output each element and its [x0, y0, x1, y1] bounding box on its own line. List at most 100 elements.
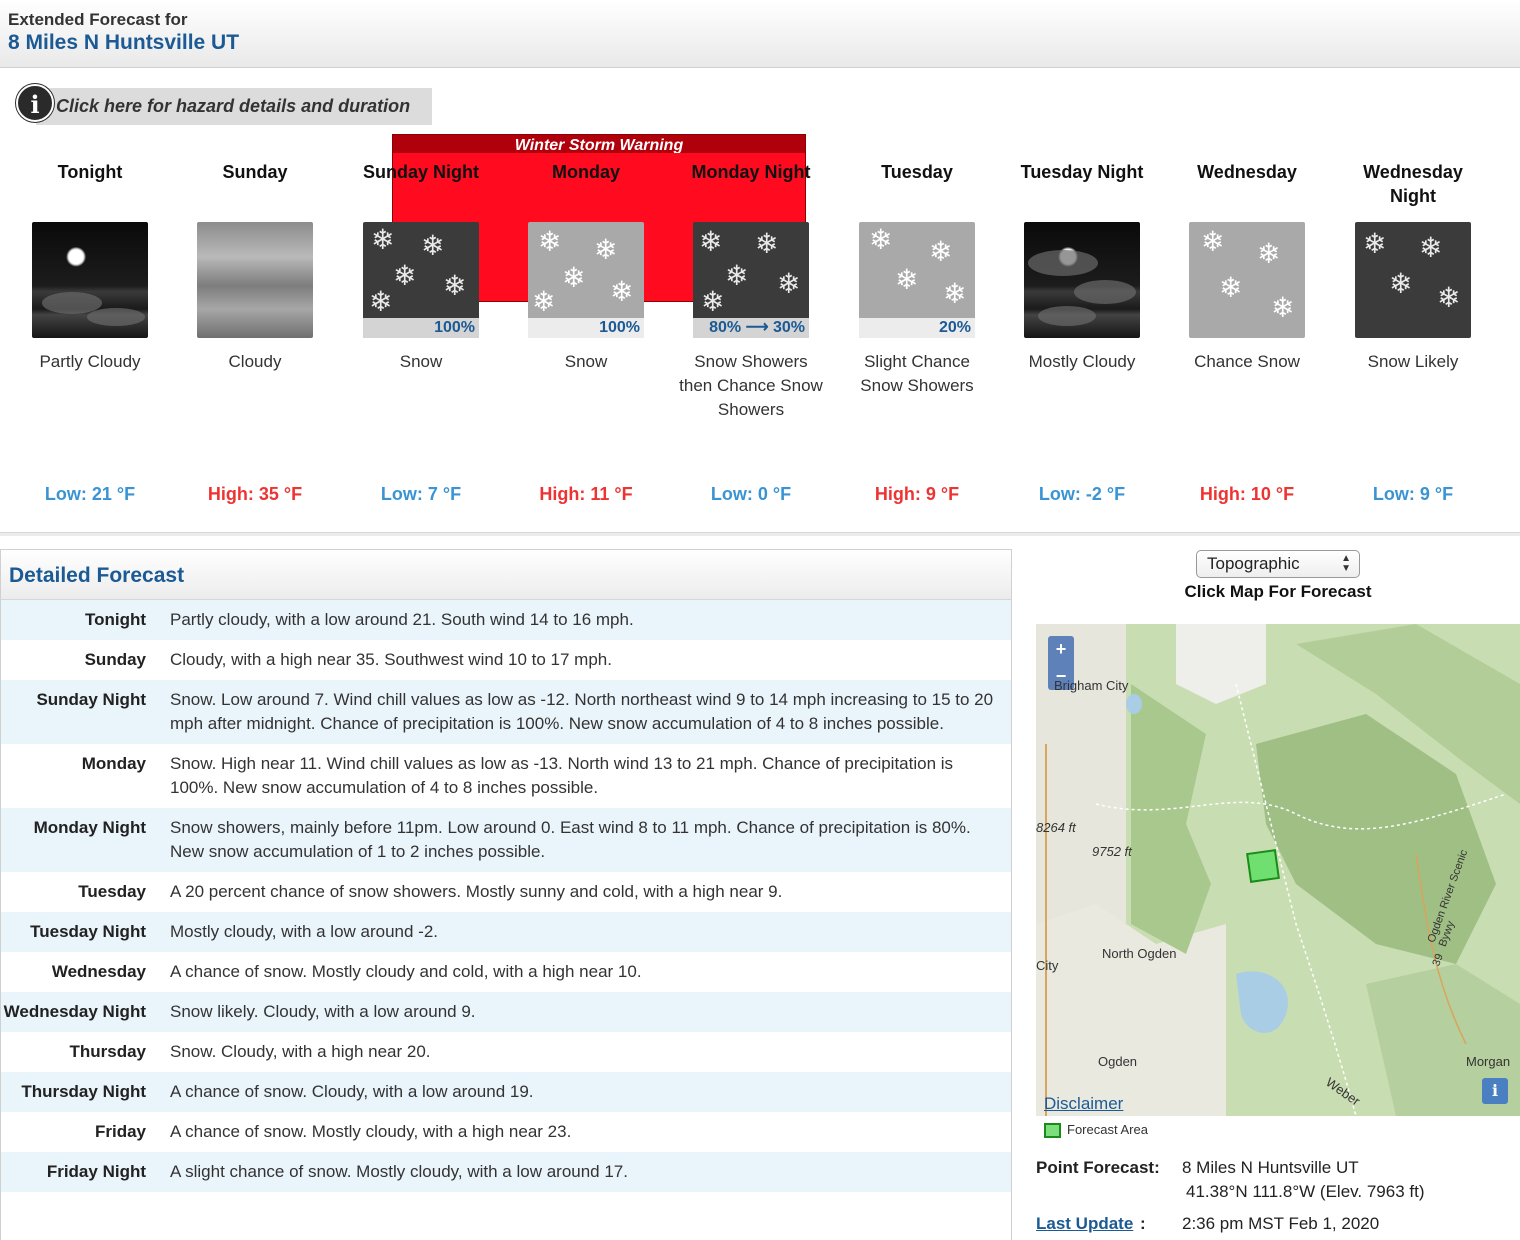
detailed-forecast-title: Detailed Forecast: [9, 564, 185, 587]
period-description: Snow: [564, 352, 608, 371]
forecast-area-swatch: [1044, 1123, 1061, 1139]
detailed-forecast-header: Detailed Forecast: [1, 550, 1011, 600]
snow-likely-night-icon: ❄ ❄ ❄ ❄: [1355, 222, 1471, 338]
row-text: Snow likely. Cloudy, with a low around 9…: [170, 1002, 476, 1021]
period-sunday: Sunday Cloudy High: 35 °F: [180, 160, 330, 504]
row-label: Sunday Night: [36, 690, 146, 709]
table-row: Tonight Partly cloudy, with a low around …: [1, 600, 1011, 640]
period-name: Sunday Night: [363, 162, 479, 182]
row-label: Friday: [94, 1122, 146, 1141]
precip-chance: 20%: [859, 318, 975, 338]
snow-night-icon: ❄ ❄ ❄ ❄ ❄ 100%: [363, 222, 479, 338]
period-temp: High: 10 °F: [1199, 484, 1295, 504]
row-label: Wednesday Night: [3, 1002, 146, 1021]
row-label: Wednesday: [51, 962, 146, 981]
period-name: Sunday: [222, 162, 288, 182]
row-label: Sunday: [84, 650, 146, 669]
period-name: Tuesday: [881, 162, 953, 182]
cloudy-icon: [197, 222, 313, 338]
period-name: Monday: [551, 162, 620, 182]
hazard-link-text[interactable]: Click here for hazard details and durati…: [56, 96, 410, 117]
snow-showers-night-icon: ❄ ❄ ❄ ❄ ❄ 80% ⟶ 30%: [693, 222, 809, 338]
partly-cloudy-night-icon: [32, 222, 148, 338]
map-label-city: City: [1036, 958, 1059, 973]
last-update-colon: :: [1140, 1214, 1146, 1233]
precip-chance: 100%: [528, 318, 644, 338]
table-row: Wednesday A chance of snow. Mostly cloudy…: [1, 952, 1011, 992]
period-temp: Low: 9 °F: [1372, 484, 1454, 504]
period-sunday-night: Sunday Night ❄ ❄ ❄ ❄ ❄ 100% Snow Low: 7 °F: [346, 160, 496, 504]
table-row: Monday Snow. High near 11. Wind chill val…: [1, 744, 1011, 808]
period-description: Slight Chance Snow Showers: [860, 352, 974, 395]
row-text: A 20 percent chance of snow showers. Mos…: [170, 882, 783, 901]
row-text: Cloudy, with a high near 35. Southwest w…: [170, 650, 612, 669]
header-subtitle: Extended Forecast for: [8, 10, 188, 29]
point-forecast-name: 8 Miles N Huntsville UT: [1182, 1158, 1359, 1177]
period-temp: High: 9 °F: [874, 484, 960, 504]
period-temp: Low: -2 °F: [1038, 484, 1126, 504]
period-wednesday-night: Wednesday Night ❄ ❄ ❄ ❄ Snow Likely Low: 9…: [1338, 160, 1488, 504]
info-icon[interactable]: i: [16, 84, 54, 122]
table-row: Monday Night Snow showers, mainly before …: [1, 808, 1011, 872]
zoom-in-button[interactable]: +: [1048, 636, 1074, 663]
warning-title[interactable]: Winter Storm Warning: [393, 135, 805, 153]
map-info-icon[interactable]: i: [1482, 1078, 1508, 1104]
table-row: Wednesday Night Snow likely. Cloudy, with…: [1, 992, 1011, 1032]
table-row: Friday A chance of snow. Mostly cloudy, w…: [1, 1112, 1011, 1152]
period-description: Mostly Cloudy: [1028, 352, 1136, 371]
period-temp: Low: 0 °F: [710, 484, 792, 504]
detailed-forecast-panel: Detailed Forecast Tonight Partly cloudy, …: [0, 549, 1012, 1240]
page-header: Extended Forecast for 8 Miles N Huntsvil…: [0, 0, 1520, 68]
row-text: A chance of snow. Cloudy, with a low aro…: [170, 1082, 534, 1101]
topo-map-graphic[interactable]: [1036, 624, 1520, 1116]
hazard-link[interactable]: Click here for hazard details and durati…: [36, 88, 432, 125]
row-label: Friday Night: [46, 1162, 146, 1181]
mostly-cloudy-night-icon: [1024, 222, 1140, 338]
table-row: Thursday Snow. Cloudy, with a high near 2…: [1, 1032, 1011, 1072]
map-type-select[interactable]: Topographic ▲ ▼: [1196, 550, 1360, 578]
map-legend: Forecast Area: [1044, 1122, 1148, 1139]
period-name: Wednesday: [1197, 162, 1297, 182]
period-name: Wednesday Night: [1363, 162, 1463, 206]
period-tuesday-night: Tuesday Night Mostly Cloudy Low: -2 °F: [1007, 160, 1157, 504]
point-forecast-label: Point Forecast:: [1036, 1158, 1160, 1177]
table-row: Tuesday A 20 percent chance of snow showe…: [1, 872, 1011, 912]
point-forecast-coords: 41.38°N 111.8°W (Elev. 7963 ft): [1186, 1182, 1425, 1201]
table-row: Friday Night A slight chance of snow. Mos…: [1, 1152, 1011, 1192]
period-tuesday: Tuesday ❄ ❄ ❄ ❄ 20% Slight Chance Snow Sho…: [842, 160, 992, 504]
period-temp: High: 11 °F: [539, 484, 633, 504]
detailed-forecast-rows: Tonight Partly cloudy, with a low around …: [1, 600, 1011, 1192]
disclaimer-link[interactable]: Disclaimer: [1044, 1094, 1123, 1114]
snow-showers-day-icon: ❄ ❄ ❄ ❄ 20%: [859, 222, 975, 338]
section-divider: [0, 532, 1520, 536]
table-row: Thursday Night A chance of snow. Cloudy, …: [1, 1072, 1011, 1112]
row-label: Tuesday Night: [30, 922, 146, 941]
row-text: Mostly cloudy, with a low around -2.: [170, 922, 439, 941]
forecast-map[interactable]: + − Brigham City 8264 ft 9752 ft North O…: [1036, 624, 1520, 1116]
period-description: Snow Showers then Chance Snow Showers: [679, 352, 823, 419]
table-row: Sunday Night Snow. Low around 7. Wind chi…: [1, 680, 1011, 744]
table-row: Tuesday Night Mostly cloudy, with a low a…: [1, 912, 1011, 952]
period-tonight: Tonight Partly Cloudy Low: 21 °F: [15, 160, 165, 504]
row-text: Snow. Cloudy, with a high near 20.: [170, 1042, 431, 1061]
period-temp: High: 35 °F: [207, 484, 303, 504]
period-description: Snow: [399, 352, 443, 371]
map-label-morgan: Morgan: [1466, 1054, 1511, 1069]
map-type-value[interactable]: Topographic: [1207, 554, 1300, 573]
legend-label: Forecast Area: [1067, 1122, 1148, 1137]
row-label: Thursday: [69, 1042, 146, 1061]
period-name: Tuesday Night: [1020, 162, 1144, 182]
period-monday: Monday ❄ ❄ ❄ ❄ ❄ 100% Snow High: 11 °F: [511, 160, 661, 504]
table-row: Sunday Cloudy, with a high near 35. South…: [1, 640, 1011, 680]
click-map-label: Click Map For Forecast: [1184, 582, 1372, 601]
row-text: Snow showers, mainly before 11pm. Low ar…: [170, 818, 971, 861]
row-text: A slight chance of snow. Mostly cloudy, …: [170, 1162, 628, 1181]
row-label: Thursday Night: [21, 1082, 146, 1101]
last-update-link[interactable]: Last Update: [1036, 1214, 1133, 1234]
row-label: Tonight: [84, 610, 146, 629]
chance-snow-day-icon: ❄ ❄ ❄ ❄: [1189, 222, 1305, 338]
row-text: A chance of snow. Mostly cloudy and cold…: [170, 962, 642, 981]
map-label-brigham: Brigham City: [1054, 678, 1129, 693]
map-label-north-ogden: North Ogden: [1102, 946, 1177, 961]
period-description: Chance Snow: [1194, 352, 1300, 371]
